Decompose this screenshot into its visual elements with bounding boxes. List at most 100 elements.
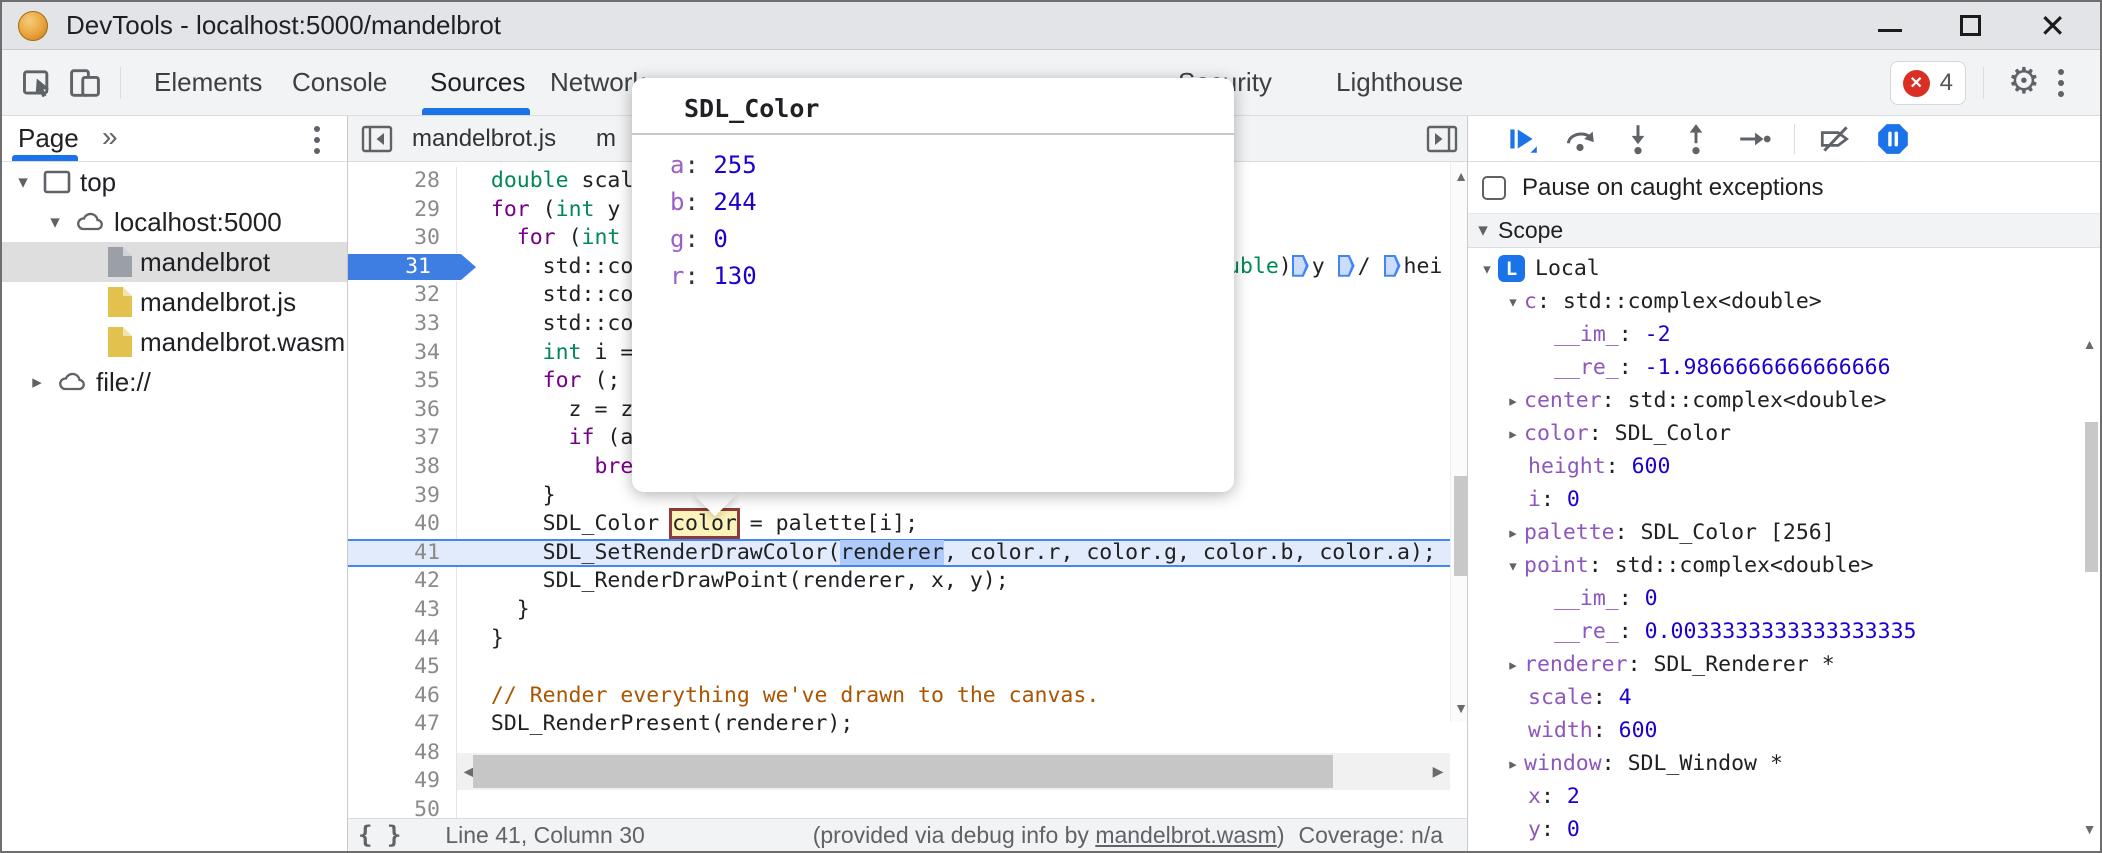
pause-on-caught-exceptions-row[interactable]: Pause on caught exceptions — [1468, 162, 2100, 214]
code-line-40[interactable]: 40 SDL_Color color = palette[i]; — [348, 510, 1471, 539]
horizontal-scroll-thumb[interactable] — [473, 755, 1333, 788]
chevron-right-icon[interactable]: ▸ — [1502, 522, 1524, 544]
inline-breakpoint-icon[interactable] — [1292, 255, 1309, 277]
tab-console[interactable]: Console — [292, 50, 387, 115]
device-toolbar-icon[interactable] — [66, 64, 104, 102]
error-badge[interactable]: ✕ 4 — [1890, 61, 1966, 105]
scope-section-header[interactable]: ▾ Scope — [1468, 214, 2100, 248]
show-debugger-panel-icon[interactable] — [1425, 122, 1459, 156]
chevron-right-icon[interactable]: ▸ — [1502, 654, 1524, 676]
code-line-43[interactable]: 43 } — [348, 596, 1471, 625]
chevron-down-icon[interactable]: ▾ — [12, 171, 34, 194]
tree-item-mandelbrot[interactable]: mandelbrot — [2, 242, 347, 282]
sidebar-scroll-down-icon[interactable]: ▼ — [2081, 821, 2098, 837]
scroll-right-icon[interactable]: ▶ — [1426, 763, 1450, 780]
scope-var-palette[interactable]: ▸palette: SDL_Color [256] — [1468, 516, 2080, 549]
line-number[interactable]: 30 — [348, 224, 457, 253]
code-token: int — [582, 225, 621, 250]
settings-gear-icon[interactable]: ⚙ — [2008, 60, 2040, 102]
tab-lighthouse[interactable]: Lighthouse — [1336, 50, 1463, 115]
resume-icon[interactable] — [1504, 121, 1540, 157]
sidebar-scroll-thumb[interactable] — [2085, 422, 2098, 572]
line-number[interactable]: 47 — [348, 710, 457, 739]
deactivate-breakpoints-icon[interactable] — [1817, 121, 1853, 157]
tree-item-mandelbrot.wasm[interactable]: mandelbrot.wasm — [2, 322, 347, 362]
inline-breakpoint-icon[interactable] — [1338, 255, 1355, 277]
line-number[interactable]: 50 — [348, 796, 457, 818]
chevron-right-icon[interactable]: ▸ — [26, 371, 48, 394]
line-number[interactable]: 36 — [348, 396, 457, 425]
code-line-42[interactable]: 42 SDL_RenderDrawPoint(renderer, x, y); — [348, 567, 1471, 596]
line-number[interactable]: 38 — [348, 453, 457, 482]
line-number[interactable]: 39 — [348, 482, 457, 511]
tree-item-file-[interactable]: ▸file:// — [2, 362, 347, 402]
line-number[interactable]: 40 — [348, 510, 457, 539]
minimize-button[interactable] — [1878, 19, 1902, 32]
chevron-down-icon[interactable]: ▾ — [1476, 258, 1498, 280]
step-icon[interactable] — [1736, 121, 1772, 157]
code-line-44[interactable]: 44 } — [348, 625, 1471, 654]
line-number[interactable]: 44 — [348, 625, 457, 654]
sidebar-scroll-up-icon[interactable]: ▲ — [2081, 336, 2098, 352]
navigator-more-options-icon[interactable] — [314, 137, 320, 143]
pretty-print-icon[interactable]: { } — [358, 821, 401, 849]
hide-navigator-icon[interactable] — [360, 122, 394, 156]
pause-on-caught-checkbox[interactable] — [1482, 176, 1506, 200]
maximize-button[interactable] — [1960, 15, 1981, 36]
scope-var-Local[interactable]: ▾LLocal — [1468, 252, 2080, 285]
chevron-right-icon[interactable]: ▸ — [1502, 390, 1524, 412]
code-line-47[interactable]: 47 SDL_RenderPresent(renderer); — [348, 710, 1471, 739]
line-number[interactable]: 29 — [348, 196, 457, 225]
vertical-scroll-thumb[interactable] — [1454, 476, 1468, 576]
close-button[interactable]: ✕ — [2039, 16, 2066, 36]
scope-var-z[interactable]: ▸z: std::complex<double> — [1468, 846, 2080, 851]
line-number[interactable]: 48 — [348, 739, 457, 768]
scope-var-renderer[interactable]: ▸renderer: SDL_Renderer * — [1468, 648, 2080, 681]
line-number[interactable]: 35 — [348, 367, 457, 396]
scope-var-c[interactable]: ▾c: std::complex<double> — [1468, 285, 2080, 318]
line-number[interactable]: 43 — [348, 596, 457, 625]
step-over-icon[interactable] — [1562, 121, 1598, 157]
inline-breakpoint-icon[interactable] — [1384, 255, 1401, 277]
tree-item-mandelbrot.js[interactable]: mandelbrot.js — [2, 282, 347, 322]
line-number[interactable]: 28 — [348, 167, 457, 196]
execution-line-marker[interactable]: 31 — [348, 253, 457, 282]
line-number[interactable]: 37 — [348, 424, 457, 453]
pause-on-exceptions-icon[interactable] — [1875, 121, 1911, 157]
chevron-right-icon[interactable]: ▸ — [1502, 423, 1524, 445]
chevron-down-icon[interactable]: ▾ — [1502, 555, 1524, 577]
editor-tab-partial[interactable]: m — [596, 116, 616, 161]
chevron-right-icon[interactable]: ▸ — [1502, 753, 1524, 775]
tab-elements[interactable]: Elements — [154, 50, 262, 115]
editor-horizontal-scrollbar[interactable]: ◀ ▶ — [457, 753, 1450, 790]
wasm-link[interactable]: mandelbrot.wasm — [1095, 822, 1277, 848]
scope-var-window[interactable]: ▸window: SDL_Window * — [1468, 747, 2080, 780]
editor-tab-mandelbrot-js[interactable]: mandelbrot.js — [412, 116, 556, 161]
chevron-down-icon[interactable]: ▾ — [1502, 291, 1524, 313]
tab-sources[interactable]: Sources — [430, 50, 525, 115]
code-line-45[interactable]: 45 — [348, 653, 1471, 682]
line-number[interactable]: 41 — [348, 541, 457, 566]
line-number[interactable]: 45 — [348, 653, 457, 682]
more-tabs-icon[interactable]: » — [102, 116, 118, 161]
scope-var-color[interactable]: ▸color: SDL_Color — [1468, 417, 2080, 450]
code-line-50[interactable]: 50 — [348, 796, 1471, 818]
more-options-icon[interactable] — [2058, 80, 2064, 86]
line-number[interactable]: 46 — [348, 682, 457, 711]
line-number[interactable]: 49 — [348, 767, 457, 796]
scope-var-center[interactable]: ▸center: std::complex<double> — [1468, 384, 2080, 417]
inspect-element-icon[interactable] — [20, 64, 58, 102]
collapse-arrow-icon[interactable]: ▾ — [1468, 219, 1498, 242]
step-out-icon[interactable] — [1678, 121, 1714, 157]
code-line-41[interactable]: 41 SDL_SetRenderDrawColor(renderer, colo… — [348, 539, 1471, 568]
chevron-down-icon[interactable]: ▾ — [44, 211, 66, 234]
line-number[interactable]: 33 — [348, 310, 457, 339]
scope-var-point[interactable]: ▾point: std::complex<double> — [1468, 549, 2080, 582]
line-number[interactable]: 42 — [348, 567, 457, 596]
step-into-icon[interactable] — [1620, 121, 1656, 157]
tree-item-top[interactable]: ▾top — [2, 162, 347, 202]
tree-item-localhost-5000[interactable]: ▾localhost:5000 — [2, 202, 347, 242]
code-line-46[interactable]: 46 // Render everything we've drawn to t… — [348, 682, 1471, 711]
line-number[interactable]: 32 — [348, 281, 457, 310]
line-number[interactable]: 34 — [348, 339, 457, 368]
